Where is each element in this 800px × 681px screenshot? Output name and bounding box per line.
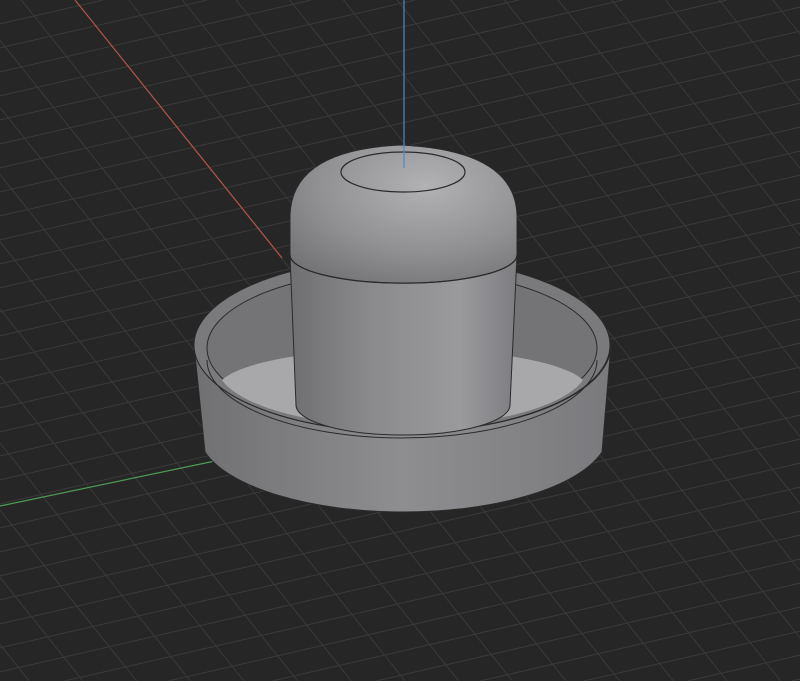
model-cylinder[interactable]: [289, 144, 518, 436]
3d-viewport[interactable]: [0, 0, 800, 681]
viewport-canvas[interactable]: [0, 0, 800, 681]
